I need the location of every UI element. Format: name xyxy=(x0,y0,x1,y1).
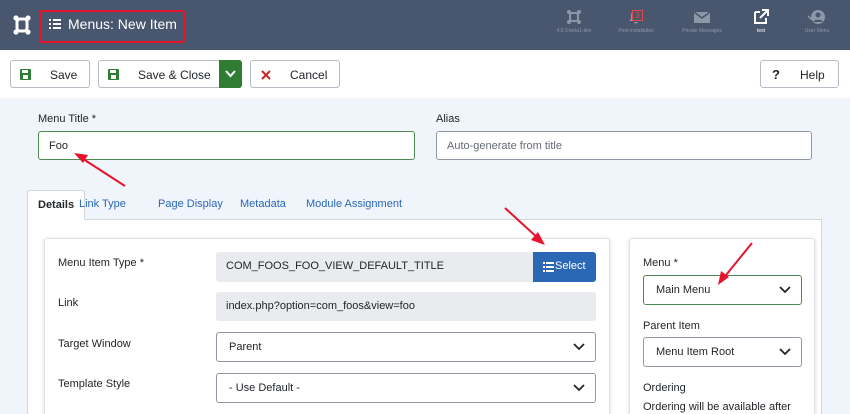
save-close-label: Save & Close xyxy=(138,68,211,82)
ordering-label: Ordering xyxy=(643,382,686,394)
chevron-down-icon xyxy=(573,384,585,392)
chevron-down-icon xyxy=(779,348,791,356)
tab-strip: Details Link Type Page Display Metadata … xyxy=(27,190,822,220)
cancel-label: Cancel xyxy=(290,68,328,82)
select-label: Select xyxy=(555,260,586,272)
list-icon xyxy=(49,19,61,29)
private-messages-label: Private Messages xyxy=(682,28,722,34)
save-close-button[interactable]: Save & Close xyxy=(98,60,222,88)
menu-item-type-label: Menu Item Type * xyxy=(58,257,145,269)
save-options-dropdown-button[interactable] xyxy=(219,60,242,88)
close-icon xyxy=(261,70,271,80)
list-icon xyxy=(543,262,554,272)
menu-item-type-field: COM_FOOS_FOO_VIEW_DEFAULT_TITLE xyxy=(216,252,534,282)
help-button[interactable]: ? Help xyxy=(760,60,839,88)
private-messages-item[interactable]: Private Messages xyxy=(676,9,728,34)
question-icon: ? xyxy=(772,68,780,81)
select-menu-item-type-button[interactable]: Select xyxy=(533,252,596,282)
version-item[interactable]: 4.0.0-beta1-dev xyxy=(548,9,600,34)
chevron-down-icon xyxy=(779,286,791,294)
save-icon xyxy=(108,69,119,80)
post-installation-label: Post-installation xyxy=(618,28,654,34)
template-style-select[interactable]: - Use Default - xyxy=(216,373,596,403)
menu-item-type-value: COM_FOOS_FOO_VIEW_DEFAULT_TITLE xyxy=(226,260,445,272)
menu-select[interactable]: Main Menu xyxy=(643,275,802,305)
alias-placeholder: Auto-generate from title xyxy=(447,140,562,152)
user-menu-item[interactable]: User Menu xyxy=(795,9,839,34)
menu-value: Main Menu xyxy=(656,284,711,296)
tab-details[interactable]: Details xyxy=(27,190,86,220)
alias-label: Alias xyxy=(436,113,460,125)
user-menu-label: User Menu xyxy=(804,28,830,34)
chevron-down-icon xyxy=(573,343,585,351)
menu-title-label: Menu Title * xyxy=(38,113,97,125)
tab-metadata[interactable]: Metadata xyxy=(240,190,286,220)
page-title: Menus: New Item xyxy=(68,16,177,32)
template-style-value: - Use Default - xyxy=(229,382,300,394)
notification-badge: 3 xyxy=(632,10,643,21)
tab-link-type[interactable]: Link Type xyxy=(79,190,126,220)
parent-item-value: Menu Item Root xyxy=(656,346,735,358)
menu-title-input[interactable]: Foo xyxy=(38,131,415,160)
joomla-logo-icon[interactable] xyxy=(12,14,32,36)
version-label: 4.0.0-beta1-dev xyxy=(556,28,592,34)
target-window-value: Parent xyxy=(229,341,262,353)
parent-item-label: Parent Item xyxy=(643,320,700,332)
link-field: index.php?option=com_foos&view=foo xyxy=(216,292,596,321)
save-icon xyxy=(20,69,31,80)
link-label: Link xyxy=(58,297,79,309)
site-preview-item[interactable]: test xyxy=(744,9,778,34)
cancel-button[interactable]: Cancel xyxy=(250,60,340,88)
template-style-label: Template Style xyxy=(58,378,131,390)
alias-input[interactable]: Auto-generate from title xyxy=(436,131,812,160)
target-window-select[interactable]: Parent xyxy=(216,332,596,362)
svg-text:?: ? xyxy=(772,68,780,81)
link-value: index.php?option=com_foos&view=foo xyxy=(226,300,415,312)
tab-page-display[interactable]: Page Display xyxy=(158,190,223,220)
save-label: Save xyxy=(50,68,78,82)
target-window-label: Target Window xyxy=(58,338,131,350)
menu-title-value: Foo xyxy=(49,140,68,152)
tab-module-assignment[interactable]: Module Assignment xyxy=(306,190,402,220)
envelope-icon xyxy=(693,11,711,23)
post-installation-item[interactable]: 3 Post-installation xyxy=(610,9,662,34)
parent-item-select[interactable]: Menu Item Root xyxy=(643,337,802,367)
user-icon xyxy=(807,10,825,24)
help-label: Help xyxy=(800,68,825,82)
menu-label: Menu * xyxy=(643,257,678,269)
external-link-icon xyxy=(754,9,769,24)
joomla-icon xyxy=(567,10,581,24)
save-button[interactable]: Save xyxy=(10,60,90,88)
site-preview-label: test xyxy=(756,28,766,34)
chevron-down-icon xyxy=(225,70,236,78)
ordering-text: Ordering will be available after xyxy=(643,401,791,413)
